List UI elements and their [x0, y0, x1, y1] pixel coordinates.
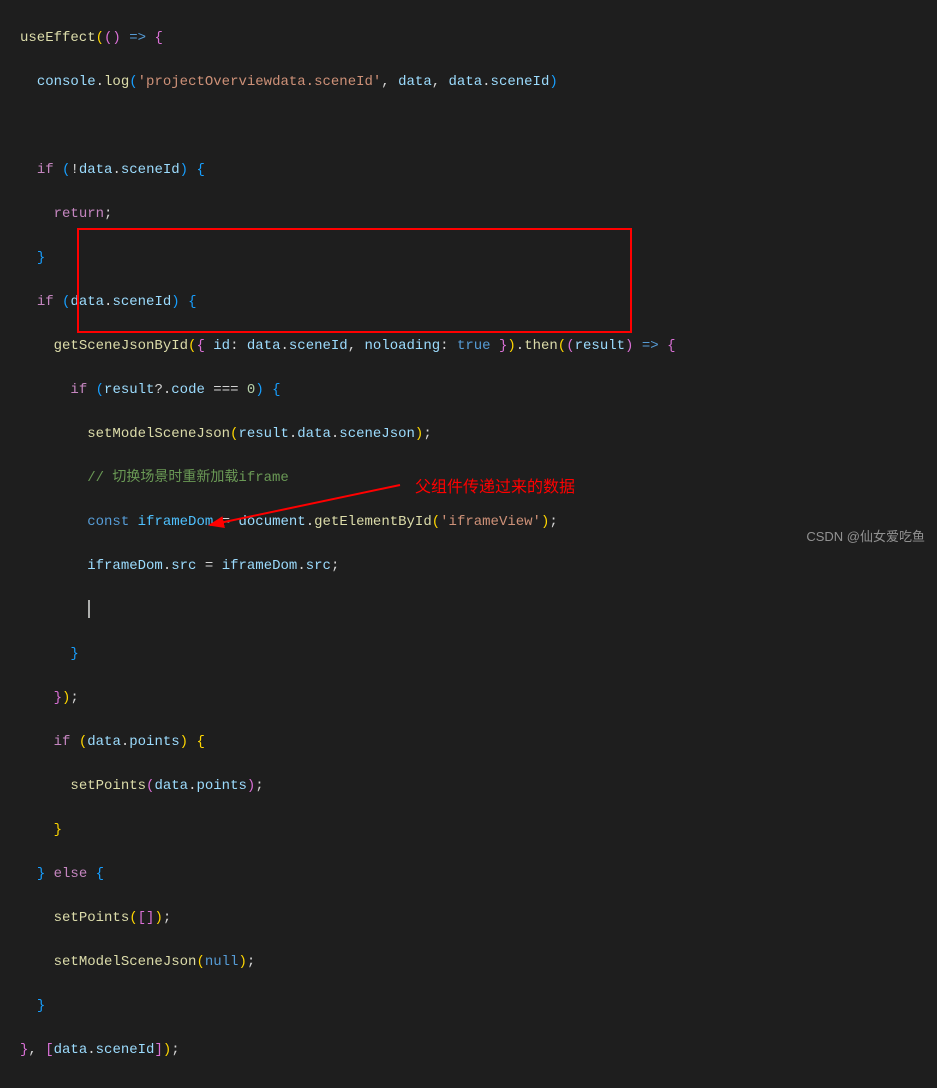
code-line: } [20, 247, 937, 269]
code-line: } else { [20, 863, 937, 885]
code-line: } [20, 995, 937, 1017]
code-line: } [20, 643, 937, 665]
code-line: console.log('projectOverviewdata.sceneId… [20, 71, 937, 93]
code-line: setModelSceneJson(result.data.sceneJson)… [20, 423, 937, 445]
code-line: return; [20, 203, 937, 225]
code-line: if (data.sceneId) { [20, 291, 937, 313]
code-line: setPoints(data.points); [20, 775, 937, 797]
code-line: setModelSceneJson(null); [20, 951, 937, 973]
code-line: if (result?.code === 0) { [20, 379, 937, 401]
code-line: if (!data.sceneId) { [20, 159, 937, 181]
code-line [20, 115, 937, 137]
annotation-label: 父组件传递过来的数据 [415, 477, 575, 499]
code-line: }); [20, 687, 937, 709]
code-line [20, 599, 937, 621]
code-line: } [20, 819, 937, 841]
cursor [88, 600, 90, 618]
code-line: }, [data.sceneId]); [20, 1039, 937, 1061]
code-line: setPoints([]); [20, 907, 937, 929]
code-line: getSceneJsonById({ id: data.sceneId, nol… [20, 335, 937, 357]
code-line: if (data.points) { [20, 731, 937, 753]
code-line: iframeDom.src = iframeDom.src; [20, 555, 937, 577]
code-line: const iframeDom = document.getElementByI… [20, 511, 937, 533]
code-editor[interactable]: useEffect(() => { console.log('projectOv… [0, 0, 937, 1088]
watermark: CSDN @仙女爱吃鱼 [806, 526, 925, 548]
code-line: useEffect(() => { [20, 27, 937, 49]
